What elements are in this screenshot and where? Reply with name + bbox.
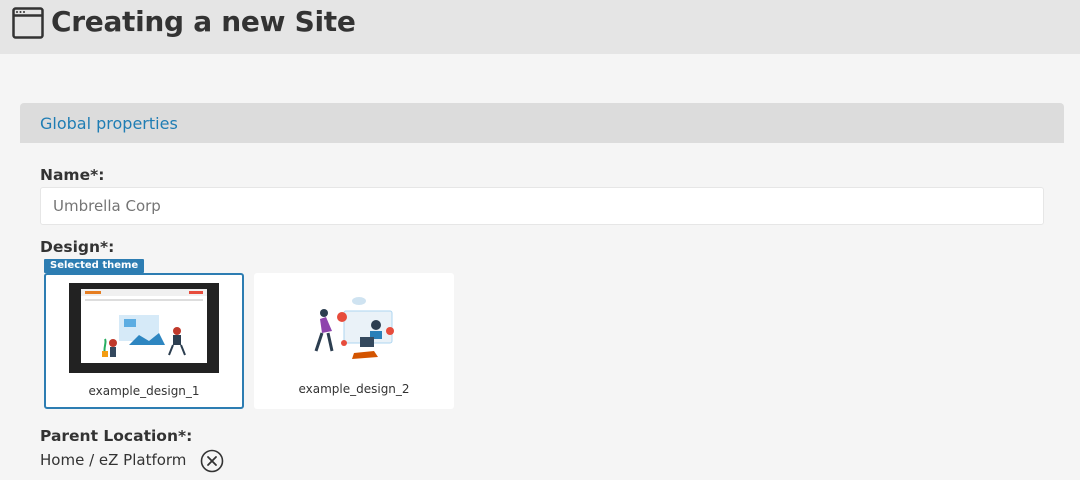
theme-name: example_design_1 [88,384,200,398]
panel-title: Global properties [40,113,178,133]
page-title: Creating a new Site [51,5,356,38]
theme-card-example-design-1[interactable]: example_design_1 [44,273,244,409]
theme-card-example-design-2[interactable]: example_design_2 [254,273,454,409]
close-circle-icon[interactable] [200,449,224,473]
theme-name: example_design_2 [298,382,410,396]
design-1-thumbnail [69,283,219,373]
browser-window-icon [12,7,44,39]
parent-location-label: Parent Location*: [40,427,193,445]
name-input[interactable] [40,187,1044,225]
parent-location-value: Home / eZ Platform [40,451,187,469]
name-label: Name*: [40,166,105,184]
page-header: Creating a new Site [0,0,1080,54]
design-label: Design*: [40,238,115,256]
design-2-thumbnail [314,297,394,359]
panel-header: Global properties [20,103,1064,143]
selected-theme-badge: Selected theme [44,259,145,273]
